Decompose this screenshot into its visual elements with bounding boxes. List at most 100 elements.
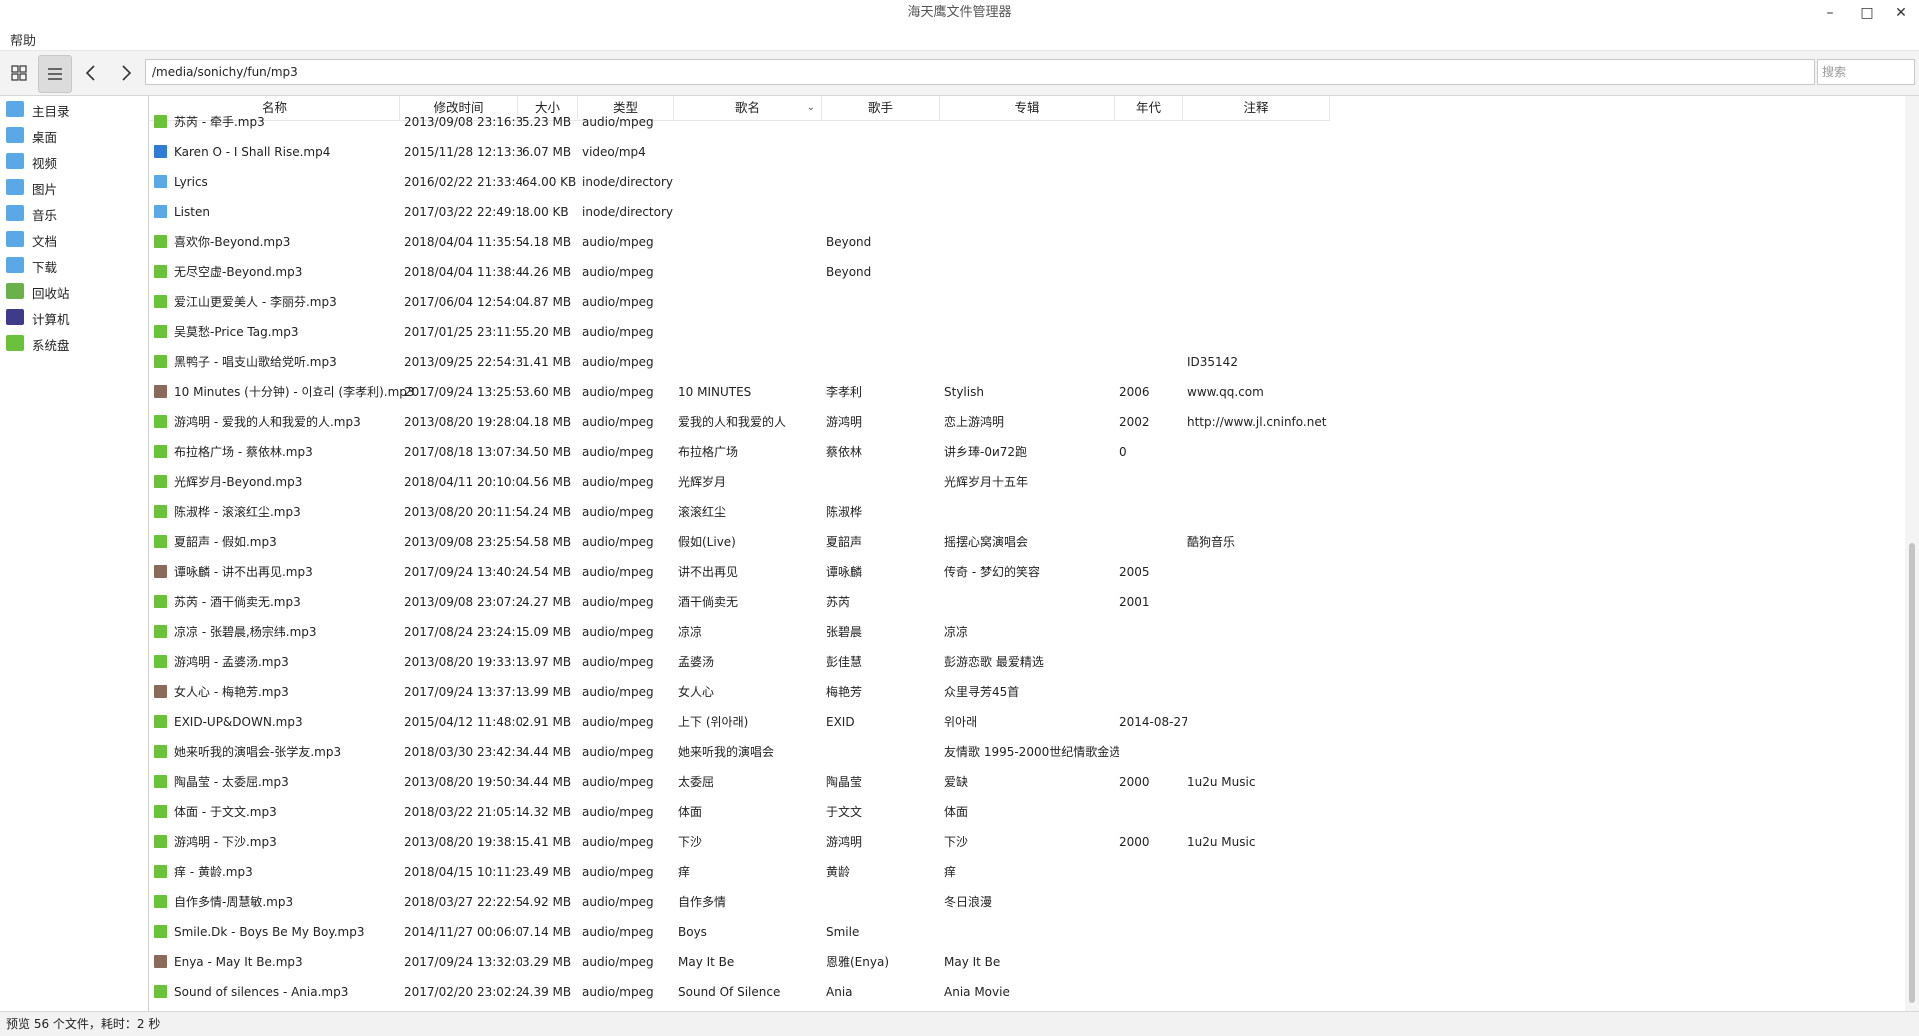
- sidebar-item[interactable]: 回收站: [0, 280, 148, 302]
- folder-icon: [154, 175, 167, 188]
- file-name: Listen: [174, 205, 210, 219]
- table-row[interactable]: 苏芮 - 牵手.mp3 2013/09/08 23:16:30 5.23 MB aud…: [150, 107, 1550, 137]
- close-icon[interactable]: ✕: [1886, 0, 1916, 26]
- sidebar-item[interactable]: 视频: [0, 150, 148, 172]
- sidebar-item[interactable]: 下载: [0, 254, 148, 276]
- cell-type: audio/mpeg: [582, 865, 654, 879]
- minimize-icon[interactable]: –: [1815, 0, 1845, 26]
- table-row[interactable]: 自作多情-周慧敏.mp3 2018/03/27 22:22:50 4.92 MB au…: [150, 887, 1550, 917]
- table-row[interactable]: 体面 - 于文文.mp3 2018/03/22 21:05:12 4.32 MB au…: [150, 797, 1550, 827]
- table-row[interactable]: 无尽空虚-Beyond.mp3 2018/04/04 11:38:46 4.26 M…: [150, 257, 1550, 287]
- cell-comment: [1183, 977, 1334, 1007]
- cell-comment: [1183, 887, 1334, 917]
- cell-mtime: 2017/09/24 13:25:59: [404, 385, 522, 399]
- file-name: 夏韶声 - 假如.mp3: [174, 535, 277, 549]
- table-row[interactable]: Listen 2017/03/22 22:49:17 8.00 KB inode/di…: [150, 197, 1550, 227]
- table-row[interactable]: 游鸿明 - 爱我的人和我爱的人.mp3 2013/08/20 19:28:07 4.…: [150, 407, 1550, 437]
- table-row[interactable]: Enya - May It Be.mp3 2017/09/24 13:32:05 3…: [150, 947, 1550, 977]
- cell-size: 8.00 KB: [522, 205, 569, 219]
- file-name-cell: Karen O - I Shall Rise.mp4: [150, 137, 430, 167]
- cell-comment: [1183, 167, 1334, 197]
- cell-artist: [822, 347, 944, 377]
- table-row[interactable]: 黑鸭子 - 唱支山歌给党听.mp3 2013/09/25 22:54:35 1.41…: [150, 347, 1550, 377]
- search-input[interactable]: 搜索: [1817, 59, 1915, 85]
- sidebar-item[interactable]: 计算机: [0, 306, 148, 328]
- sidebar-item[interactable]: 系统盘: [0, 332, 148, 354]
- menu-help[interactable]: 帮助: [10, 30, 36, 49]
- cell-artist: [822, 107, 944, 137]
- back-icon: [85, 65, 95, 81]
- table-row[interactable]: 谭咏麟 - 讲不出再见.mp3 2017/09/24 13:40:23 4.54 M…: [150, 557, 1550, 587]
- table-row[interactable]: 女人心 - 梅艳芳.mp3 2017/09/24 13:37:13 3.99 MB a…: [150, 677, 1550, 707]
- table-row[interactable]: Lyrics 2016/02/22 21:33:43 64.00 KB inode/d…: [150, 167, 1550, 197]
- table-row[interactable]: 吴莫愁-Price Tag.mp3 2017/01/25 23:11:56 5.20…: [150, 317, 1550, 347]
- cell-size: 2.91 MB: [522, 715, 572, 729]
- cell-year: [1115, 527, 1187, 557]
- sidebar-item[interactable]: 桌面: [0, 124, 148, 146]
- cell-album: Ania Movie: [944, 985, 1010, 999]
- file-name-cell: 吴莫愁-Price Tag.mp3: [150, 317, 430, 347]
- file-name-cell: Sound of silences - Ania.mp3: [150, 977, 430, 1007]
- table-row[interactable]: 苏芮 - 酒干倘卖无.mp3 2013/09/08 23:07:28 4.27 MB…: [150, 587, 1550, 617]
- cell-comment: 1u2u Music: [1187, 775, 1256, 789]
- path-input[interactable]: /media/sonichy/fun/mp3: [145, 59, 1815, 85]
- sidebar-item[interactable]: 主目录: [0, 98, 148, 120]
- computer-icon: [6, 309, 24, 325]
- mp3-icon: [154, 865, 167, 878]
- table-row[interactable]: 陶晶莹 - 太委屈.mp3 2013/08/20 19:50:32 4.44 MB a…: [150, 767, 1550, 797]
- sidebar-item[interactable]: 图片: [0, 176, 148, 198]
- table-row[interactable]: 她来听我的演唱会-张学友.mp3 2018/03/30 23:42:30 4.44 …: [150, 737, 1550, 767]
- cell-year: [1115, 857, 1187, 887]
- table-row[interactable]: 游鸿明 - 下沙.mp3 2013/08/20 19:38:11 5.41 MB au…: [150, 827, 1550, 857]
- file-name: 她来听我的演唱会-张学友.mp3: [174, 745, 342, 759]
- table-row[interactable]: 布拉格广场 - 蔡依林.mp3 2017/08/18 13:07:32 4.50 M…: [150, 437, 1550, 467]
- list-view-button[interactable]: [38, 55, 72, 93]
- cell-size: 6.07 MB: [522, 145, 572, 159]
- table-row[interactable]: 游鸿明 - 孟婆汤.mp3 2013/08/20 19:33:13 3.97 MB a…: [150, 647, 1550, 677]
- cell-year: [1115, 497, 1187, 527]
- cell-artist: 陶晶莹: [826, 775, 863, 789]
- cell-mtime: 2018/04/04 11:38:46: [404, 265, 522, 279]
- sidebar-item[interactable]: 文档: [0, 228, 148, 250]
- cell-album: 体面: [944, 805, 969, 819]
- cell-title: Sound Of Silence: [678, 985, 781, 999]
- mp3-icon: [154, 535, 167, 548]
- videos-folder-icon: [6, 153, 24, 169]
- scroll-thumb[interactable]: [1909, 543, 1915, 1003]
- grid-view-button[interactable]: [3, 55, 35, 91]
- table-row[interactable]: Smile.Dk - Boys Be My Boy.mp3 2014/11/27 …: [150, 917, 1550, 947]
- table-row[interactable]: 喜欢你-Beyond.mp3 2018/04/04 11:35:55 4.18 MB…: [150, 227, 1550, 257]
- sidebar-item[interactable]: 音乐: [0, 202, 148, 224]
- forward-button[interactable]: [110, 55, 142, 91]
- table-row[interactable]: 夏韶声 - 假如.mp3 2013/09/08 23:25:53 4.58 MB au…: [150, 527, 1550, 557]
- cell-album: 痒: [944, 865, 957, 879]
- vertical-scrollbar[interactable]: [1905, 96, 1919, 1011]
- file-name-cell: 谭咏麟 - 讲不出再见.mp3: [150, 557, 430, 587]
- cell-year: 2005: [1119, 565, 1150, 579]
- table-row[interactable]: 痒 - 黄龄.mp3 2018/04/15 10:11:29 3.49 MB audi…: [150, 857, 1550, 887]
- cell-artist: 李孝利: [826, 385, 863, 399]
- table-row[interactable]: EXID-UP&DOWN.mp3 2015/04/12 11:48:05 2.91 …: [150, 707, 1550, 737]
- back-button[interactable]: [75, 55, 107, 91]
- table-row[interactable]: 光辉岁月-Beyond.mp3 2018/04/11 20:10:01 4.56 M…: [150, 467, 1550, 497]
- sidebar-item-label: 下载: [32, 260, 58, 275]
- cell-mtime: 2018/03/22 21:05:12: [404, 805, 522, 819]
- cell-title: 10 MINUTES: [678, 385, 752, 399]
- cell-mtime: 2017/09/24 13:40:23: [404, 565, 522, 579]
- cell-year: [1115, 467, 1187, 497]
- downloads-folder-icon: [6, 257, 24, 273]
- file-name-cell: EXID-UP&DOWN.mp3: [150, 707, 430, 737]
- cell-year: [1115, 317, 1187, 347]
- table-row[interactable]: 爱江山更爱美人 - 李丽芬.mp3 2017/06/04 12:54:03 4.87…: [150, 287, 1550, 317]
- maximize-icon[interactable]: □: [1852, 0, 1882, 26]
- cell-comment: [1183, 857, 1334, 887]
- table-row[interactable]: 陈淑桦 - 滚滚红尘.mp3 2013/08/20 20:11:56 4.24 MB…: [150, 497, 1550, 527]
- table-row[interactable]: 10 Minutes (十分钟) - 이효리 (李孝利).mp3 2017/09/…: [150, 377, 1550, 407]
- table-row[interactable]: Sound of silences - Ania.mp3 2017/02/20 2…: [150, 977, 1550, 1007]
- cell-type: audio/mpeg: [582, 295, 654, 309]
- file-name: 陈淑桦 - 滚滚红尘.mp3: [174, 505, 301, 519]
- table-row[interactable]: 凉凉 - 张碧晨,杨宗纬.mp3 2017/08/24 23:24:15 5.09 …: [150, 617, 1550, 647]
- file-name-cell: 爱江山更爱美人 - 李丽芬.mp3: [150, 287, 430, 317]
- sidebar-item-label: 音乐: [32, 208, 58, 223]
- table-row[interactable]: Karen O - I Shall Rise.mp4 2015/11/28 12:…: [150, 137, 1550, 167]
